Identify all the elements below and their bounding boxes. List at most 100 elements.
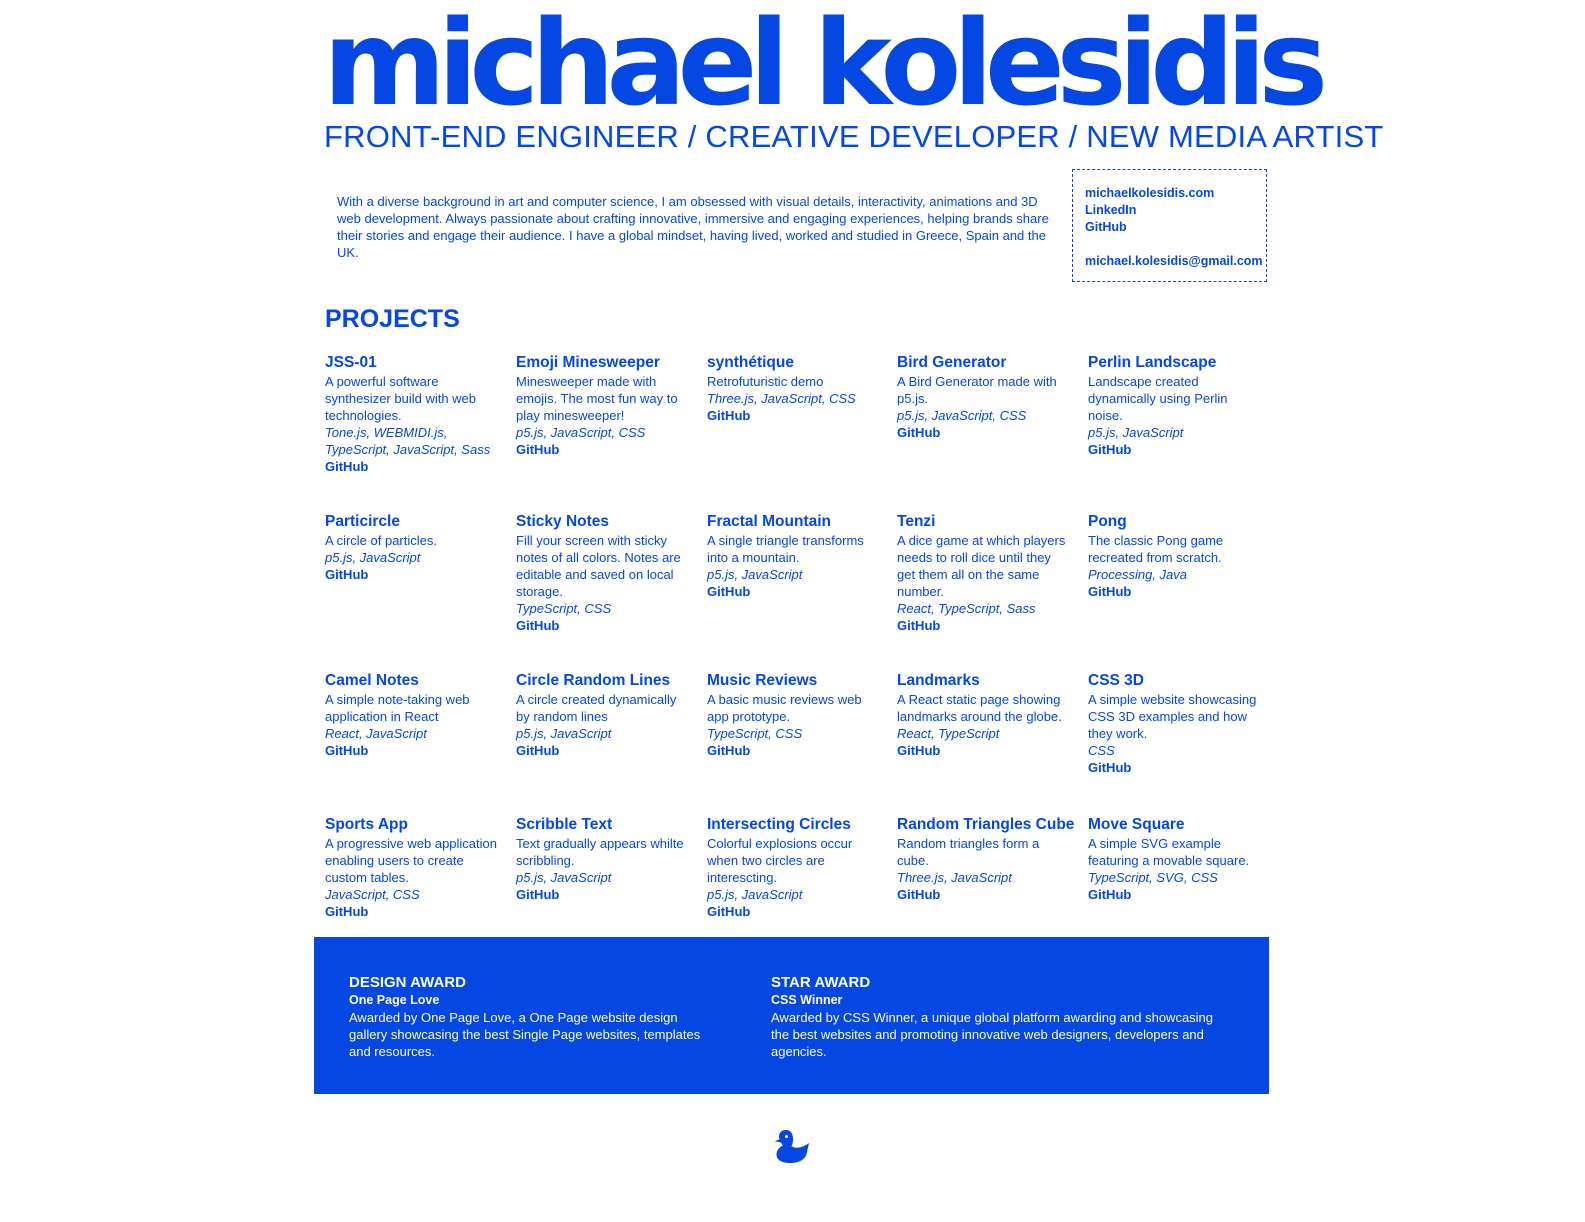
project-description: A simple SVG example featuring a movable… xyxy=(1088,836,1250,868)
project-description: A circle of particles. xyxy=(325,533,437,548)
project-github-link[interactable]: GitHub xyxy=(707,583,882,600)
project-github-link[interactable]: GitHub xyxy=(897,886,1072,903)
award-item: DESIGN AWARD One Page Love Awarded by On… xyxy=(349,974,709,1060)
project-card: synthétique Retrofuturistic demo Three.js,… xyxy=(707,353,882,424)
project-title-link[interactable]: JSS-01 xyxy=(325,353,500,373)
project-tech-stack: p5.js, JavaScript xyxy=(707,567,803,582)
project-github-link[interactable]: GitHub xyxy=(325,458,500,475)
project-github-link[interactable]: GitHub xyxy=(325,903,500,920)
github-profile-link[interactable]: GitHub xyxy=(1085,219,1266,236)
project-title-link[interactable]: Sticky Notes xyxy=(516,512,691,532)
project-description: Landscape created dynamically using Perl… xyxy=(1088,374,1228,423)
project-github-link[interactable]: GitHub xyxy=(1088,583,1263,600)
award-title: STAR AWARD xyxy=(771,974,871,991)
website-link[interactable]: michaelkolesidis.com xyxy=(1085,185,1266,202)
project-github-link[interactable]: GitHub xyxy=(516,886,691,903)
project-tech-stack: TypeScript, CSS xyxy=(707,726,803,741)
project-tech-stack: React, TypeScript, Sass xyxy=(897,601,1036,616)
project-title-link[interactable]: CSS 3D xyxy=(1088,671,1263,691)
project-description: Colorful explosions occur when two circl… xyxy=(707,836,853,885)
award-subtitle: CSS Winner xyxy=(771,993,843,1007)
award-description: Awarded by One Page Love, a One Page web… xyxy=(349,1010,701,1059)
award-item: STAR AWARD CSS Winner Awarded by CSS Win… xyxy=(771,974,1231,1060)
project-card: Emoji Minesweeper Minesweeper made with e… xyxy=(516,353,691,458)
project-card: CSS 3D A simple website showcasing CSS 3D… xyxy=(1088,671,1263,776)
project-github-link[interactable]: GitHub xyxy=(897,424,1072,441)
project-title-link[interactable]: Pong xyxy=(1088,512,1263,532)
project-card: Sports App A progressive web application … xyxy=(325,815,500,920)
project-card: Landmarks A React static page showing lan… xyxy=(897,671,1072,759)
project-description: Retrofuturistic demo xyxy=(707,374,824,389)
project-card: Sticky Notes Fill your screen with sticky… xyxy=(516,512,691,634)
project-tech-stack: TypeScript, SVG, CSS xyxy=(1088,870,1218,885)
project-description: A progressive web application enabling u… xyxy=(325,836,497,885)
project-github-link[interactable]: GitHub xyxy=(325,566,500,583)
project-tech-stack: Processing, Java xyxy=(1088,567,1187,582)
projects-heading: PROJECTS xyxy=(325,305,460,333)
project-github-link[interactable]: GitHub xyxy=(707,742,882,759)
project-title-link[interactable]: Scribble Text xyxy=(516,815,691,835)
project-tech-stack: TypeScript, CSS xyxy=(516,601,612,616)
project-tech-stack: JavaScript, CSS xyxy=(325,887,420,902)
project-title-link[interactable]: Intersecting Circles xyxy=(707,815,882,835)
project-tech-stack: React, JavaScript xyxy=(325,726,427,741)
project-description: A basic music reviews web app prototype. xyxy=(707,692,862,724)
project-title-link[interactable]: Perlin Landscape xyxy=(1088,353,1263,373)
project-tech-stack: React, TypeScript xyxy=(897,726,1000,741)
project-tech-stack: Tone.js, WEBMIDI.js, TypeScript, JavaScr… xyxy=(325,425,491,457)
project-github-link[interactable]: GitHub xyxy=(516,617,691,634)
project-github-link[interactable]: GitHub xyxy=(897,617,1072,634)
project-title-link[interactable]: Move Square xyxy=(1088,815,1263,835)
project-title-link[interactable]: Tenzi xyxy=(897,512,1072,532)
project-description: A React static page showing landmarks ar… xyxy=(897,692,1062,724)
email-link[interactable]: michael.kolesidis@gmail.com xyxy=(1085,253,1266,270)
project-title-link[interactable]: Music Reviews xyxy=(707,671,882,691)
project-github-link[interactable]: GitHub xyxy=(1088,886,1263,903)
project-description: The classic Pong game recreated from scr… xyxy=(1088,533,1224,565)
project-github-link[interactable]: GitHub xyxy=(516,441,691,458)
project-tech-stack: Three.js, JavaScript xyxy=(897,870,1012,885)
project-card: JSS-01 A powerful software synthesizer bu… xyxy=(325,353,500,475)
project-title-link[interactable]: Landmarks xyxy=(897,671,1072,691)
award-subtitle: One Page Love xyxy=(349,993,440,1007)
project-title-link[interactable]: Emoji Minesweeper xyxy=(516,353,691,373)
project-title-link[interactable]: Sports App xyxy=(325,815,500,835)
project-github-link[interactable]: GitHub xyxy=(1088,441,1263,458)
project-github-link[interactable]: GitHub xyxy=(707,903,882,920)
project-description: A dice game at which players needs to ro… xyxy=(897,533,1066,599)
project-description: A simple note-taking web application in … xyxy=(325,692,470,724)
site-subtitle: FRONT-END ENGINEER / CREATIVE DEVELOPER … xyxy=(324,119,1384,154)
project-tech-stack: CSS xyxy=(1088,743,1115,758)
awards-section: DESIGN AWARD One Page Love Awarded by On… xyxy=(314,937,1269,1094)
project-github-link[interactable]: GitHub xyxy=(707,407,882,424)
project-card: Scribble Text Text gradually appears whil… xyxy=(516,815,691,903)
project-tech-stack: p5.js, JavaScript, CSS xyxy=(897,408,1027,423)
project-title-link[interactable]: Random Triangles Cube xyxy=(897,815,1074,835)
project-tech-stack: p5.js, JavaScript xyxy=(325,550,421,565)
project-card: Move Square A simple SVG example featurin… xyxy=(1088,815,1263,903)
project-github-link[interactable]: GitHub xyxy=(1088,759,1263,776)
project-card: Bird Generator A Bird Generator made with… xyxy=(897,353,1072,441)
duck-icon xyxy=(774,1130,809,1163)
project-description: A Bird Generator made with p5.js. xyxy=(897,374,1057,406)
award-description: Awarded by CSS Winner, a unique global p… xyxy=(771,1010,1214,1059)
project-github-link[interactable]: GitHub xyxy=(325,742,500,759)
project-card: Random Triangles Cube Random triangles fo… xyxy=(897,815,1074,903)
project-title-link[interactable]: Particircle xyxy=(325,512,500,532)
project-description: Random triangles form a cube. xyxy=(897,836,1040,868)
linkedin-link[interactable]: LinkedIn xyxy=(1085,202,1266,219)
bio-text: With a diverse background in art and com… xyxy=(337,194,1049,260)
project-card: Perlin Landscape Landscape created dynami… xyxy=(1088,353,1263,458)
project-title-link[interactable]: synthétique xyxy=(707,353,882,373)
project-card: Fractal Mountain A single triangle transf… xyxy=(707,512,882,600)
project-card: Intersecting Circles Colorful explosions … xyxy=(707,815,882,920)
project-tech-stack: Three.js, JavaScript, CSS xyxy=(707,391,856,406)
project-github-link[interactable]: GitHub xyxy=(897,742,1072,759)
project-card: Camel Notes A simple note-taking web appl… xyxy=(325,671,500,759)
project-github-link[interactable]: GitHub xyxy=(516,742,691,759)
project-title-link[interactable]: Bird Generator xyxy=(897,353,1072,373)
project-title-link[interactable]: Fractal Mountain xyxy=(707,512,882,532)
project-title-link[interactable]: Circle Random Lines xyxy=(516,671,691,691)
project-description: Minesweeper made with emojis. The most f… xyxy=(516,374,678,423)
project-title-link[interactable]: Camel Notes xyxy=(325,671,500,691)
